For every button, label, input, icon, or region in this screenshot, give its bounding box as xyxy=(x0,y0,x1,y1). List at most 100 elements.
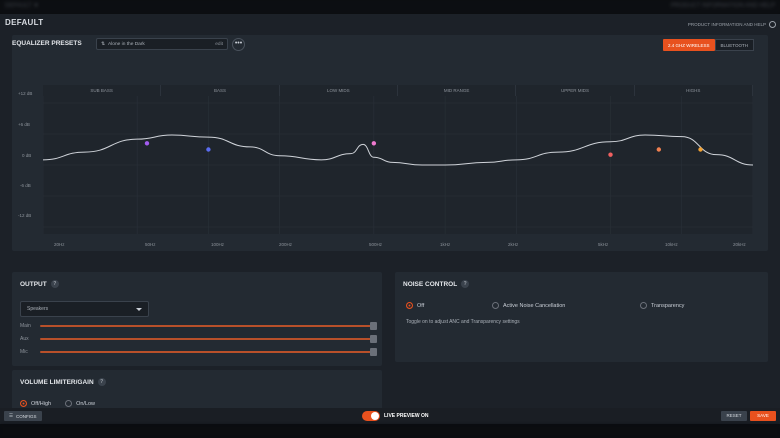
help-icon xyxy=(769,21,776,28)
y-tick-label: -12 dB xyxy=(18,213,32,218)
eq-band-handle[interactable] xyxy=(371,141,377,146)
window-help: PRODUCT INFORMATION AND HELP xyxy=(670,3,775,9)
slider-track[interactable] xyxy=(40,335,377,343)
info-icon[interactable]: ? xyxy=(50,280,59,288)
reset-button[interactable]: RESET xyxy=(721,411,747,421)
help-link-label: PRODUCT INFORMATION AND HELP xyxy=(687,22,766,27)
output-panel: OUTPUT ? Speakers Main Aux Mic xyxy=(12,272,382,366)
noise-control-panel: NOISE CONTROL ? Off Active Noise Cancell… xyxy=(395,272,768,362)
live-preview-toggle[interactable] xyxy=(362,411,380,421)
slider-label: Main xyxy=(20,323,31,329)
window-ghost-bar xyxy=(0,424,780,438)
window-title: DEFAULT ▼ xyxy=(5,3,40,9)
output-heading-label: OUTPUT xyxy=(20,280,47,288)
tab-wireless[interactable]: 2.4 GHZ WIRELESS xyxy=(663,39,715,51)
x-tick-label: 500Hz xyxy=(369,242,383,247)
noise-options: Off Active Noise Cancellation Transparen… xyxy=(406,302,684,309)
band-label: MID RANGE xyxy=(398,85,517,96)
list-icon: ☰ xyxy=(9,413,14,418)
window-titlebar: DEFAULT ▼ PRODUCT INFORMATION AND HELP xyxy=(0,0,780,14)
eq-band-handle[interactable] xyxy=(656,147,662,152)
info-icon[interactable]: ? xyxy=(97,378,106,386)
x-tick-label: 2kHz xyxy=(508,242,519,247)
eq-band-handle[interactable] xyxy=(698,147,703,152)
slider-handle[interactable] xyxy=(370,335,377,343)
save-button[interactable]: SAVE xyxy=(750,411,776,421)
tab-bluetooth[interactable]: BLUETOOTH xyxy=(714,39,754,51)
y-tick-label: +12 dB xyxy=(18,91,33,96)
radio-label: Off xyxy=(417,302,425,309)
noise-heading-label: NOISE CONTROL xyxy=(403,280,458,288)
output-device-select[interactable]: Speakers xyxy=(20,301,149,317)
radio-icon xyxy=(640,302,647,309)
slider-aux[interactable]: Aux xyxy=(20,335,377,343)
band-label: UPPER MIDS xyxy=(516,85,635,96)
noise-info-text: Toggle on to adjust ANC and Transparency… xyxy=(406,319,520,325)
radio-label: Active Noise Cancellation xyxy=(503,302,566,309)
info-icon[interactable]: ? xyxy=(461,280,470,288)
y-tick-label: +6 dB xyxy=(18,122,30,127)
radio-icon xyxy=(406,302,413,309)
chevron-down-icon xyxy=(136,307,142,311)
radio-label: Transparency xyxy=(651,302,685,309)
x-tick-label: 1kHz xyxy=(440,242,451,247)
slider-label: Aux xyxy=(20,336,29,342)
help-link[interactable]: PRODUCT INFORMATION AND HELP xyxy=(688,21,776,28)
slider-mic[interactable]: Mic xyxy=(20,348,377,356)
preset-value: Alone in the Dark xyxy=(108,41,145,47)
volume-heading: VOLUME LIMITER/GAIN ? xyxy=(20,378,106,386)
more-options-button[interactable]: ••• xyxy=(232,38,245,51)
slider-label: Mic xyxy=(20,349,28,355)
radio-label: Off/High xyxy=(31,400,52,407)
y-tick-label: -6 dB xyxy=(20,183,31,188)
radio-anc[interactable]: Active Noise Cancellation xyxy=(492,302,640,309)
x-tick-label: 20Hz xyxy=(54,242,65,247)
radio-transparency[interactable]: Transparency xyxy=(640,302,684,309)
eq-band-handle[interactable] xyxy=(144,141,150,146)
footer-bar: ☰ CONFIGS LIVE PREVIEW ON RESET SAVE xyxy=(0,408,780,424)
app-main: DEFAULT PRODUCT INFORMATION AND HELP EQU… xyxy=(0,14,780,424)
slider-main[interactable]: Main xyxy=(20,322,377,330)
slider-handle[interactable] xyxy=(370,348,377,356)
x-tick-label: 100Hz xyxy=(211,242,225,247)
band-label: LOW MIDS xyxy=(280,85,398,96)
x-tick-label: 5kHz xyxy=(598,242,609,247)
live-preview-label: LIVE PREVIEW ON xyxy=(384,413,429,419)
band-labels: SUB BASS BASS LOW MIDS MID RANGE UPPER M… xyxy=(43,85,753,96)
preset-icon: ⇅ xyxy=(101,41,106,47)
radio-icon xyxy=(492,302,499,309)
preset-edit[interactable]: edit xyxy=(215,42,223,47)
radio-on-low[interactable]: On/Low xyxy=(65,400,95,407)
band-label: HIGHS xyxy=(635,85,753,96)
slider-track[interactable] xyxy=(40,322,377,330)
eq-band-handle[interactable] xyxy=(206,147,211,152)
volume-options: Off/High On/Low xyxy=(20,400,95,407)
page-title: DEFAULT xyxy=(5,18,44,27)
slider-handle[interactable] xyxy=(370,322,377,330)
radio-noise-off[interactable]: Off xyxy=(406,302,492,309)
slider-track[interactable] xyxy=(40,348,377,356)
x-tick-label: 10kHz xyxy=(665,242,678,247)
preset-select[interactable]: ⇅ Alone in the Dark edit xyxy=(96,38,228,50)
connection-tabs: 2.4 GHZ WIRELESS BLUETOOTH xyxy=(663,39,754,51)
configs-label: CONFIGS xyxy=(16,413,37,419)
radio-icon xyxy=(20,400,27,407)
eq-curve xyxy=(43,134,753,166)
y-tick-label: 0 dB xyxy=(22,153,32,158)
volume-heading-label: VOLUME LIMITER/GAIN xyxy=(20,378,94,386)
equalizer-heading: EQUALIZER PRESETS xyxy=(12,40,82,47)
x-tick-label: 50Hz xyxy=(145,242,156,247)
x-tick-label: 200Hz xyxy=(279,242,293,247)
radio-off-high[interactable]: Off/High xyxy=(20,400,51,407)
noise-heading: NOISE CONTROL ? xyxy=(403,280,470,288)
output-device-value: Speakers xyxy=(27,306,49,312)
eq-graph[interactable] xyxy=(43,96,753,234)
band-label: SUB BASS xyxy=(43,85,162,96)
band-label: BASS xyxy=(161,85,280,96)
output-heading: OUTPUT ? xyxy=(20,280,59,288)
x-tick-label: 20kHz xyxy=(733,242,746,247)
configs-button[interactable]: ☰ CONFIGS xyxy=(4,411,42,421)
eq-band-handle[interactable] xyxy=(608,152,613,157)
radio-icon xyxy=(65,400,73,407)
radio-label: On/Low xyxy=(76,400,96,407)
